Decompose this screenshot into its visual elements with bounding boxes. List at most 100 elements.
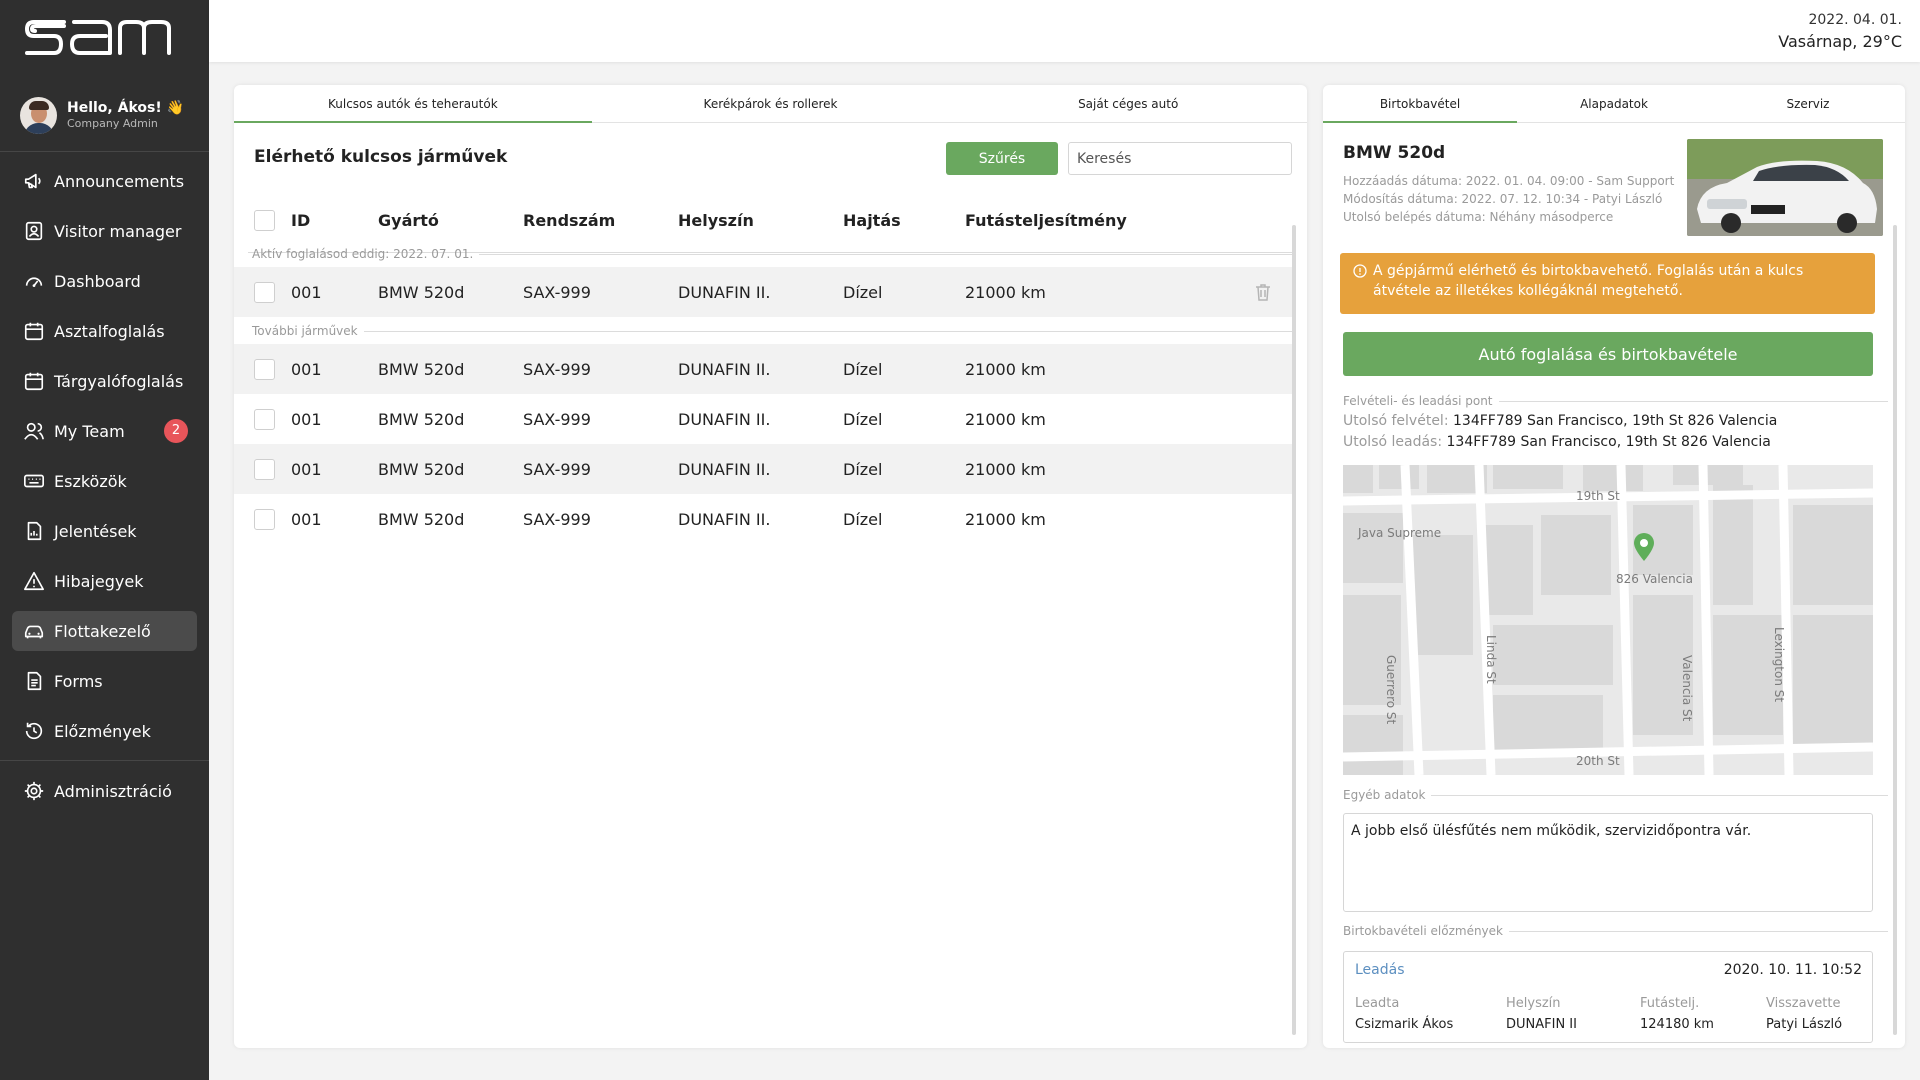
table-row[interactable]: 001 BMW 520d SAX-999 DUNAFIN II. Dízel 2… (234, 494, 1294, 544)
more-vehicles-section: További járművek (252, 324, 1294, 338)
search-input[interactable] (1068, 142, 1292, 175)
sidebar-item-history[interactable]: Előzmények (12, 711, 197, 751)
page-title: Elérhető kulcsos járművek (254, 147, 508, 167)
calendar-icon (24, 322, 44, 341)
history-taken-back-by: Visszavette Patyi László (1766, 993, 1842, 1035)
availability-alert: A gépjármű elérhető és birtokbavehető. F… (1340, 253, 1875, 314)
cell-mileage: 21000 km (965, 510, 1046, 529)
table-row[interactable]: 001 BMW 520d SAX-999 DUNAFIN II. Dízel 2… (234, 267, 1294, 317)
row-checkbox[interactable] (254, 459, 275, 480)
sidebar-item-devices[interactable]: Eszközök (12, 461, 197, 501)
last-pickup: Utolsó felvétel: 134FF789 San Francisco,… (1343, 413, 1777, 429)
logo-wordmark-icon (25, 20, 171, 55)
user-greeting: Hello, Ákos! 👋 (67, 99, 185, 116)
cell-id: 001 (291, 360, 322, 379)
sidebar-item-visitor-manager[interactable]: Visitor manager (12, 211, 197, 251)
tab-possession[interactable]: Birtokbavétel (1323, 85, 1517, 123)
column-header-plate[interactable]: Rendszám (523, 211, 615, 230)
cell-make: BMW 520d (378, 410, 465, 429)
user-profile[interactable]: Hello, Ákos! 👋 Company Admin (20, 97, 184, 134)
cell-make: BMW 520d (378, 360, 465, 379)
warning-icon (24, 571, 44, 591)
cell-id: 001 (291, 283, 322, 302)
select-all-checkbox[interactable] (254, 210, 275, 231)
pickup-dropoff-section: Felvételi- és leadási pont (1343, 394, 1888, 408)
filter-button[interactable]: Szűrés (946, 142, 1058, 175)
sidebar-item-my-team[interactable]: My Team 2 (12, 411, 197, 451)
sidebar-item-label: Dashboard (54, 271, 141, 291)
column-header-make[interactable]: Gyártó (378, 211, 439, 230)
sidebar-divider (0, 151, 209, 152)
sidebar-item-tickets[interactable]: Hibajegyek (12, 561, 197, 601)
section-label: Birtokbavételi előzmények (1343, 924, 1503, 938)
sidebar-item-room-booking[interactable]: Tárgyalófoglalás (12, 361, 197, 401)
table-row[interactable]: 001 BMW 520d SAX-999 DUNAFIN II. Dízel 2… (234, 344, 1294, 394)
trash-icon[interactable] (1254, 282, 1272, 302)
sidebar-item-label: My Team (54, 421, 125, 441)
row-checkbox[interactable] (254, 509, 275, 530)
cell-drive: Dízel (843, 283, 883, 302)
scrollbar[interactable] (1292, 225, 1296, 1035)
notes-field[interactable]: A jobb első ülésfűtés nem működik, szerv… (1343, 813, 1873, 912)
tab-basic-data[interactable]: Alapadatok (1517, 85, 1711, 122)
table-header: ID Gyártó Rendszám Helyszín Hajtás Futás… (234, 201, 1294, 241)
history-action[interactable]: Leadás (1355, 962, 1405, 978)
tab-bikes-scooters[interactable]: Kerékpárok és rollerek (592, 85, 950, 122)
map-label-826-valencia: 826 Valencia (1616, 572, 1693, 586)
cell-location: DUNAFIN II. (678, 360, 771, 379)
cell-mileage: 21000 km (965, 283, 1046, 302)
keyboard-icon (24, 474, 44, 488)
cell-location: DUNAFIN II. (678, 510, 771, 529)
map-label-20th-st: 20th St (1576, 754, 1620, 768)
cell-drive: Dízel (843, 460, 883, 479)
row-checkbox[interactable] (254, 359, 275, 380)
history-returned-by: Leadta Csizmarik Ákos (1355, 993, 1453, 1035)
sidebar-item-dashboard[interactable]: Dashboard (12, 261, 197, 301)
sidebar-item-desk-booking[interactable]: Asztalfoglalás (12, 311, 197, 351)
row-checkbox[interactable] (254, 282, 275, 303)
table-row[interactable]: 001 BMW 520d SAX-999 DUNAFIN II. Dízel 2… (234, 394, 1294, 444)
row-checkbox[interactable] (254, 409, 275, 430)
map-label-19th-st: 19th St (1576, 489, 1620, 503)
history-card[interactable]: Leadás 2020. 10. 11. 10:52 Leadta Csizma… (1343, 951, 1873, 1043)
car-icon (24, 625, 44, 639)
sam-logo[interactable] (24, 18, 184, 58)
vehicle-type-tabs: Kulcsos autók és teherautók Kerékpárok é… (234, 85, 1307, 123)
cell-mileage: 21000 km (965, 410, 1046, 429)
sidebar-item-fleet-manager[interactable]: Flottakezelő (12, 611, 197, 651)
table-row[interactable]: 001 BMW 520d SAX-999 DUNAFIN II. Dízel 2… (234, 444, 1294, 494)
location-map[interactable]: 19th St Java Supreme 826 Valencia Guerre… (1343, 465, 1873, 775)
history-key: Futástelj. (1640, 996, 1700, 1011)
scrollbar[interactable] (1893, 225, 1897, 1035)
other-data-section: Egyéb adatok (1343, 788, 1888, 802)
sidebar-item-forms[interactable]: Forms (12, 661, 197, 701)
cell-drive: Dízel (843, 510, 883, 529)
weather: Vasárnap, 29°C (1778, 32, 1902, 51)
history-key: Helyszín (1506, 996, 1561, 1011)
sidebar-item-reports[interactable]: Jelentések (12, 511, 197, 551)
tab-own-company-car[interactable]: Saját céges autó (949, 85, 1307, 122)
form-icon (27, 671, 42, 691)
sidebar-item-label: Visitor manager (54, 221, 182, 241)
section-label: További járművek (252, 324, 358, 338)
book-and-take-car-button[interactable]: Autó foglalása és birtokbavétele (1343, 332, 1873, 376)
history-location: Helyszín DUNAFIN II (1506, 993, 1577, 1035)
map-label-java-supreme: Java Supreme (1357, 526, 1441, 540)
column-header-id[interactable]: ID (291, 211, 310, 230)
settings-icon (24, 781, 44, 801)
cell-plate: SAX-999 (523, 460, 591, 479)
history-datetime: 2020. 10. 11. 10:52 (1723, 962, 1862, 978)
cell-plate: SAX-999 (523, 283, 591, 302)
sidebar-item-administration[interactable]: Adminisztráció (12, 771, 197, 811)
cell-make: BMW 520d (378, 510, 465, 529)
cell-plate: SAX-999 (523, 360, 591, 379)
tab-key-cars[interactable]: Kulcsos autók és teherautók (234, 85, 592, 123)
sidebar-item-announcements[interactable]: Announcements (12, 161, 197, 201)
history-mileage: Futástelj. 124180 km (1640, 993, 1714, 1035)
cell-mileage: 21000 km (965, 460, 1046, 479)
column-header-location[interactable]: Helyszín (678, 211, 754, 230)
column-header-mileage[interactable]: Futásteljesítmény (965, 211, 1127, 230)
history-value: 124180 km (1640, 1017, 1714, 1032)
column-header-drive[interactable]: Hajtás (843, 211, 901, 230)
tab-service[interactable]: Szerviz (1711, 85, 1905, 122)
